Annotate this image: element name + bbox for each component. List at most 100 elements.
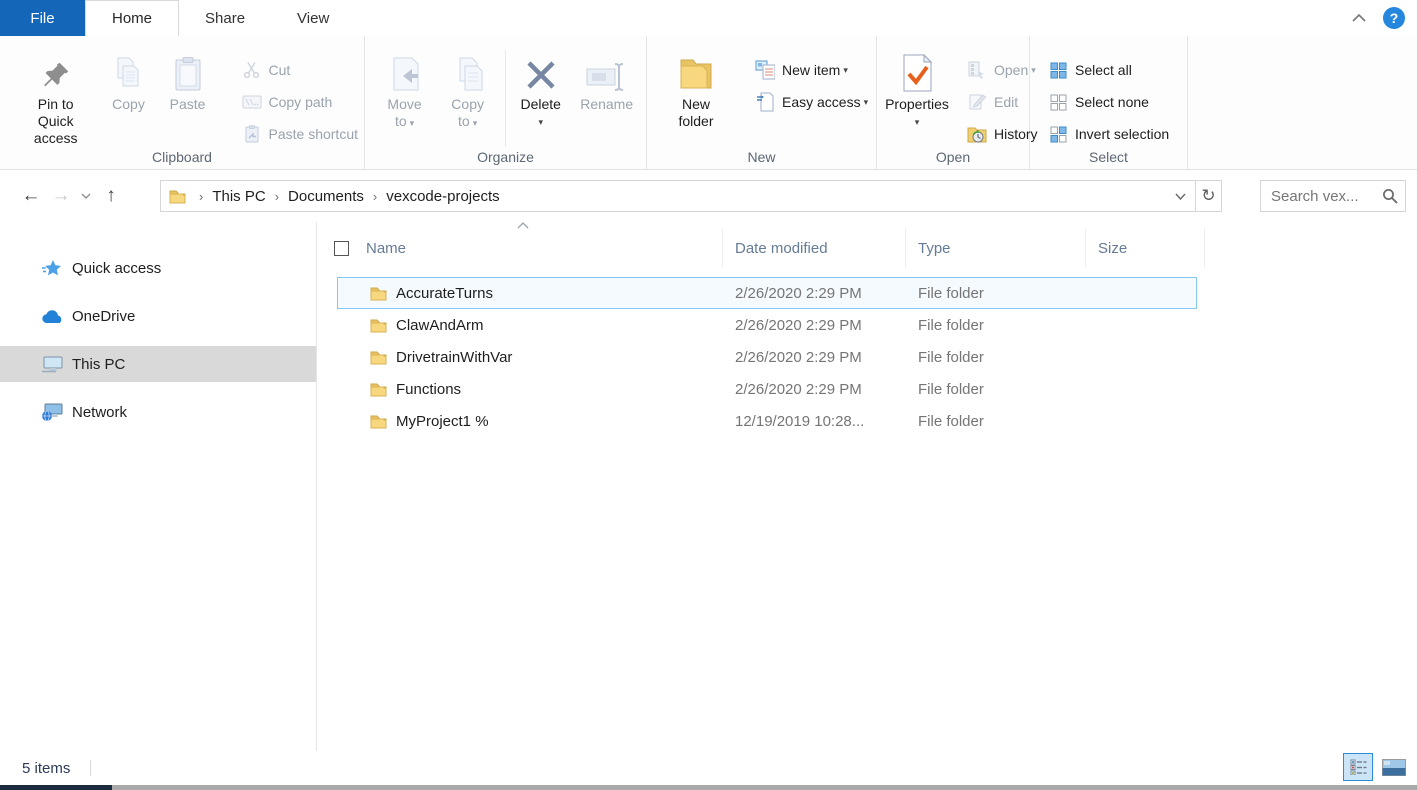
refresh-icon[interactable]: ↻	[1195, 181, 1221, 211]
select-all-icon	[1048, 61, 1068, 79]
folder-icon	[370, 318, 387, 333]
address-bar[interactable]: › This PC › Documents › vexcode-projects…	[160, 180, 1222, 212]
rename-icon	[586, 48, 628, 92]
sidebar-item-network[interactable]: Network	[0, 394, 316, 430]
ribbon-group-select: Select all Select none	[1030, 36, 1188, 169]
properties-check-icon	[902, 48, 932, 92]
group-label-new: New	[647, 149, 876, 165]
sort-ascending-icon	[517, 222, 529, 229]
file-row[interactable]: MyProject1 % 12/19/2019 10:28... File fo…	[337, 405, 1418, 437]
folder-icon	[370, 350, 387, 365]
up-button[interactable]: ↑	[96, 181, 126, 211]
pushpin-icon	[41, 48, 71, 92]
move-to-icon	[390, 48, 420, 92]
search-icon[interactable]	[1375, 188, 1405, 204]
search-input[interactable]	[1261, 188, 1375, 205]
copy-path-button[interactable]: Copy path	[236, 86, 365, 118]
large-icons-view-button[interactable]	[1379, 753, 1409, 781]
file-explorer-window: File Home Share View ? Pin to Quick acce…	[0, 0, 1418, 790]
file-name: ClawAndArm	[396, 317, 484, 334]
group-label-select: Select	[1030, 149, 1187, 165]
status-divider	[90, 760, 91, 776]
scissors-icon	[242, 61, 262, 79]
bottom-edge-gray-segment	[112, 785, 1417, 790]
forward-button[interactable]: →	[46, 181, 76, 211]
file-date-modified: 2/26/2020 2:29 PM	[723, 349, 906, 366]
address-folder-icon	[169, 189, 186, 204]
column-header-date-modified[interactable]: Date modified	[722, 228, 905, 268]
open-icon	[967, 61, 987, 79]
group-label-organize: Organize	[365, 149, 646, 165]
status-bar: 5 items	[0, 751, 1417, 785]
minimize-ribbon-icon[interactable]	[1349, 8, 1369, 28]
invert-selection-button[interactable]: Invert selection	[1042, 118, 1175, 150]
file-row[interactable]: AccurateTurns 2/26/2020 2:29 PM File fol…	[337, 277, 1197, 309]
history-icon	[967, 125, 987, 143]
file-type: File folder	[906, 413, 1086, 430]
ribbon: Pin to Quick access Copy	[0, 36, 1417, 170]
column-headers: Name Date modified Type Size	[317, 228, 1418, 268]
window-bottom-edge	[0, 785, 1417, 790]
help-icon[interactable]: ?	[1383, 7, 1405, 29]
onedrive-cloud-icon	[40, 309, 64, 324]
file-name: DrivetrainWithVar	[396, 349, 512, 366]
new-item-button[interactable]: New item ▾	[749, 54, 874, 86]
group-label-open: Open	[877, 149, 1029, 165]
dropdown-caret-icon: ▾	[410, 118, 415, 128]
breadcrumb-separator-icon: ›	[268, 189, 286, 204]
file-type: File folder	[906, 381, 1086, 398]
file-date-modified: 2/26/2020 2:29 PM	[723, 285, 906, 302]
file-row[interactable]: ClawAndArm 2/26/2020 2:29 PM File folder	[337, 309, 1418, 341]
file-row[interactable]: DrivetrainWithVar 2/26/2020 2:29 PM File…	[337, 341, 1418, 373]
tab-view[interactable]: View	[271, 0, 355, 36]
breadcrumb-vexcode-projects[interactable]: vexcode-projects	[384, 188, 501, 205]
invert-selection-icon	[1048, 125, 1068, 143]
ribbon-group-clipboard: Pin to Quick access Copy	[0, 36, 365, 169]
new-item-icon	[755, 61, 775, 79]
dropdown-caret-icon: ▾	[864, 97, 869, 108]
sidebar-item-this-pc[interactable]: This PC	[0, 346, 316, 382]
sidebar-item-onedrive[interactable]: OneDrive	[0, 298, 316, 334]
copy-icon	[112, 48, 144, 92]
search-box	[1260, 180, 1406, 212]
dropdown-caret-icon: ▾	[473, 118, 478, 128]
quick-access-star-icon	[40, 259, 64, 278]
sidebar-item-quick-access[interactable]: Quick access	[0, 250, 316, 286]
cut-button[interactable]: Cut	[236, 54, 365, 86]
bottom-edge-dark-segment	[0, 785, 112, 790]
file-list-pane: Name Date modified Type Size AccurateTur…	[317, 222, 1418, 751]
copy-path-icon	[242, 93, 262, 111]
ribbon-group-new: New folder New item ▾	[647, 36, 877, 169]
dropdown-caret-icon: ▾	[521, 114, 561, 131]
breadcrumb-documents[interactable]: Documents	[286, 188, 366, 205]
select-all-checkbox[interactable]	[334, 241, 349, 256]
file-name: MyProject1 %	[396, 413, 489, 430]
paste-shortcut-button[interactable]: Paste shortcut	[236, 118, 365, 150]
select-none-button[interactable]: Select none	[1042, 86, 1175, 118]
tab-home[interactable]: Home	[85, 0, 179, 36]
delete-x-icon	[524, 48, 558, 92]
ribbon-group-open: Properties▾ Open ▾	[877, 36, 1030, 169]
select-all-button[interactable]: Select all	[1042, 54, 1175, 86]
navigation-bar: ← → ↑ › This PC › Documents › vexcode-pr…	[0, 170, 1417, 222]
recent-locations-icon[interactable]	[76, 181, 96, 211]
details-view-button[interactable]	[1343, 753, 1373, 781]
select-none-icon	[1048, 93, 1068, 111]
ribbon-group-organize: Move to▾ Copy to▾ Delete▾	[365, 36, 647, 169]
easy-access-icon	[755, 93, 775, 111]
address-dropdown-icon[interactable]	[1165, 181, 1195, 211]
back-button[interactable]: ←	[16, 181, 46, 211]
tab-file[interactable]: File	[0, 0, 85, 36]
column-header-size[interactable]: Size	[1085, 228, 1205, 268]
tab-share[interactable]: Share	[179, 0, 271, 36]
column-header-name[interactable]: Name	[317, 228, 722, 268]
file-date-modified: 2/26/2020 2:29 PM	[723, 317, 906, 334]
file-row[interactable]: Functions 2/26/2020 2:29 PM File folder	[337, 373, 1418, 405]
easy-access-button[interactable]: Easy access ▾	[749, 86, 874, 118]
file-name: AccurateTurns	[396, 285, 493, 302]
breadcrumb-this-pc[interactable]: This PC	[210, 188, 267, 205]
column-header-type[interactable]: Type	[905, 228, 1085, 268]
file-type: File folder	[906, 317, 1086, 334]
item-count: 5 items	[22, 760, 70, 777]
breadcrumb-separator-icon: ›	[192, 189, 210, 204]
